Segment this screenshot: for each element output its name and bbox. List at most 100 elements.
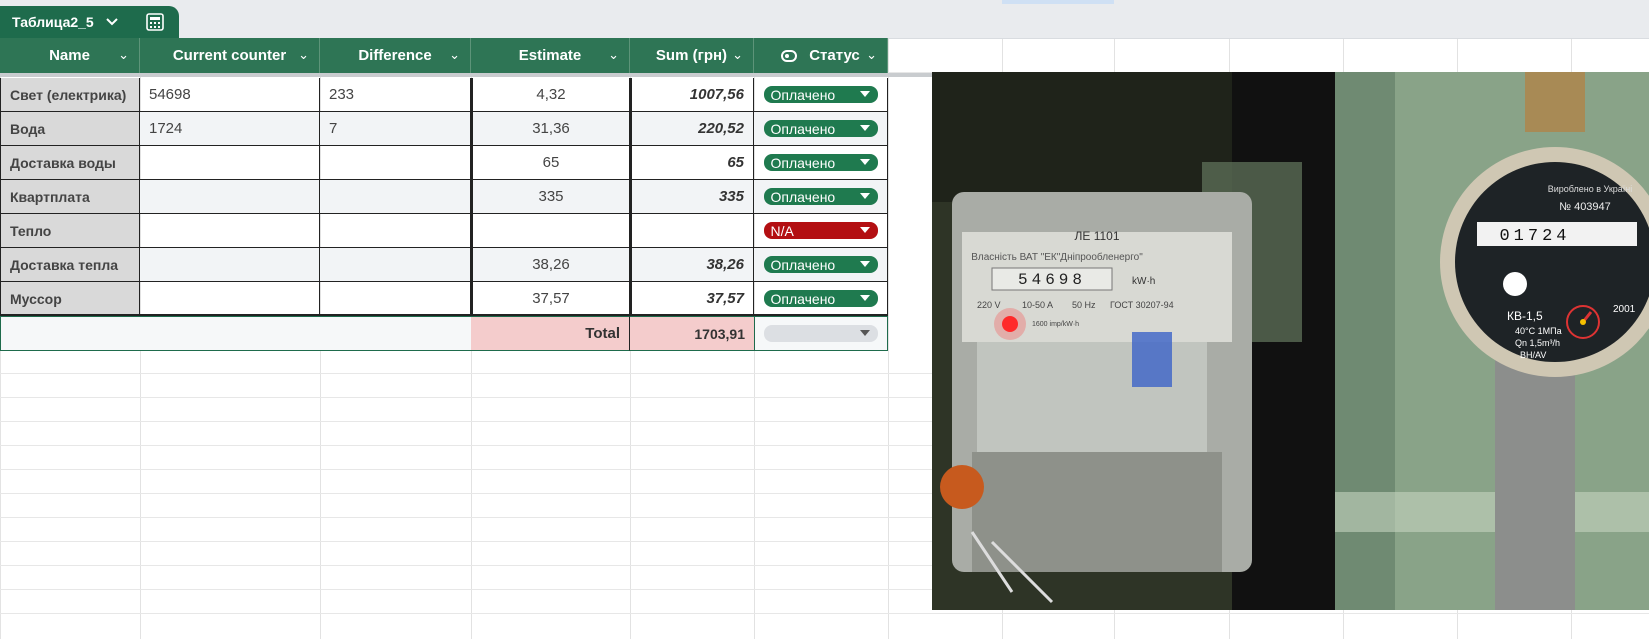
total-label: Total [471,316,630,351]
row-counter-cell[interactable] [140,248,320,282]
row-sum-cell[interactable] [630,214,754,248]
dropdown-arrow-icon [859,91,870,97]
column-header-name[interactable]: Name ⌄ [0,38,140,73]
row-sum-cell[interactable]: 1007,56 [630,78,754,112]
column-header-status[interactable]: Статус ⌄ [754,38,888,73]
row-difference-cell[interactable] [320,214,471,248]
row-difference-cell[interactable]: 233 [320,78,471,112]
row-sum-cell[interactable]: 220,52 [630,112,754,146]
water-reading: 01724 [1499,227,1570,246]
column-header-sum[interactable]: Sum (грн) ⌄ [630,38,754,73]
row-name-cell[interactable]: Вода [0,112,140,146]
meter-owner: Власність ВАТ "ЕК"Дніпрообленерго" [971,251,1143,263]
column-header-label: Difference [358,47,432,64]
row-estimate-cell[interactable] [471,214,630,248]
chevron-down-icon[interactable] [106,15,118,29]
row-status-cell[interactable]: Оплачено [754,146,888,180]
water-year: 2001 [1613,304,1636,315]
status-dropdown[interactable]: Оплачено [763,120,878,137]
row-difference-cell[interactable] [320,248,471,282]
column-header-current-counter[interactable]: Current counter ⌄ [140,38,320,73]
row-sum-cell[interactable]: 65 [630,146,754,180]
status-dropdown[interactable]: Оплачено [763,188,878,205]
row-status-cell[interactable]: Оплачено [754,78,888,112]
total-blank-cell[interactable] [0,316,471,351]
total-sum[interactable]: 1703,91 [630,316,754,351]
row-difference-cell[interactable] [320,180,471,214]
column-header-bar [0,0,1649,39]
meter-reading: 54698 [1018,271,1086,289]
status-label: Оплачено [770,256,836,273]
water-meter-photo[interactable]: Вироблено в Україні № 403947 01724 КВ-1,… [1335,72,1649,610]
row-status-cell[interactable]: Оплачено [754,112,888,146]
status-dropdown[interactable]: N/A [763,222,878,239]
row-status-cell[interactable]: Оплачено [754,248,888,282]
row-status-cell[interactable]: Оплачено [754,180,888,214]
row-counter-cell[interactable]: 1724 [140,112,320,146]
row-estimate-cell[interactable]: 65 [471,146,630,180]
column-header-estimate[interactable]: Estimate ⌄ [471,38,630,73]
row-estimate-cell[interactable]: 38,26 [471,248,630,282]
table-tab-label: Таблица2_5 [12,14,94,30]
grid-line [0,613,1649,614]
row-estimate-cell[interactable]: 37,57 [471,282,630,316]
row-name-cell[interactable]: Свет (електрика) [0,78,140,112]
meter-standard: ГОСТ 30207-94 [1110,300,1174,310]
row-estimate-cell[interactable]: 4,32 [471,78,630,112]
status-label: Оплачено [770,86,836,103]
row-counter-cell[interactable] [140,282,320,316]
status-dropdown[interactable]: Оплачено [763,86,878,103]
dropdown-arrow-icon [859,295,870,301]
table-tab[interactable]: Таблица2_5 [0,6,179,38]
row-sum-cell[interactable]: 37,57 [630,282,754,316]
row-name-cell[interactable]: Доставка воды [0,146,140,180]
status-label: N/A [770,222,794,239]
dropdown-arrow-icon [859,159,870,165]
row-difference-cell[interactable] [320,282,471,316]
row-counter-cell[interactable]: 54698 [140,78,320,112]
dropdown-arrow-icon [860,330,870,336]
row-counter-cell[interactable] [140,180,320,214]
status-dropdown[interactable]: Оплачено [763,154,878,171]
dropdown-arrow-icon [859,261,870,267]
column-header-label: Sum (грн) [655,47,728,64]
row-difference-cell[interactable]: 7 [320,112,471,146]
chevron-down-icon[interactable]: ⌄ [866,47,877,63]
electricity-meter-photo[interactable]: ЛЕ 1101 Власність ВАТ "ЕК"Дніпрообленерг… [932,72,1335,610]
row-counter-cell[interactable] [140,146,320,180]
column-header-label: Статус [809,47,860,64]
row-counter-cell[interactable] [140,214,320,248]
chevron-down-icon[interactable]: ⌄ [118,47,129,63]
meter-frequency: 50 Hz [1072,300,1096,310]
header-shadow [0,73,933,77]
row-name-cell[interactable]: Муссор [0,282,140,316]
row-name-cell[interactable]: Тепло [0,214,140,248]
water-spec2: Qn 1,5m³/h [1515,338,1560,348]
row-name-cell[interactable]: Квартплата [0,180,140,214]
grid-line [888,0,889,639]
chevron-down-icon[interactable]: ⌄ [732,47,743,63]
water-spec1: 40°C 1МПа [1515,326,1562,336]
row-name-cell[interactable]: Доставка тепла [0,248,140,282]
row-difference-cell[interactable] [320,146,471,180]
row-sum-cell[interactable]: 38,26 [630,248,754,282]
row-estimate-cell[interactable]: 335 [471,180,630,214]
status-label: Оплачено [770,120,836,137]
column-header-label: Name [49,47,90,64]
row-estimate-cell[interactable]: 31,36 [471,112,630,146]
total-status-cell[interactable] [754,316,888,351]
row-status-cell[interactable]: Оплачено [754,282,888,316]
chevron-down-icon[interactable]: ⌄ [608,47,619,63]
status-dropdown[interactable]: Оплачено [763,256,878,273]
status-dropdown[interactable] [764,325,878,342]
calculator-icon[interactable] [146,13,164,31]
meter-model: ЛЕ 1101 [1074,229,1119,243]
column-header-difference[interactable]: Difference ⌄ [320,38,471,73]
status-dropdown[interactable]: Оплачено [763,290,878,307]
chevron-down-icon[interactable]: ⌄ [449,47,460,63]
row-status-cell[interactable]: N/A [754,214,888,248]
meter-current: 10-50 A [1022,300,1053,310]
chevron-down-icon[interactable]: ⌄ [298,47,309,63]
water-serial: № 403947 [1559,201,1611,213]
row-sum-cell[interactable]: 335 [630,180,754,214]
